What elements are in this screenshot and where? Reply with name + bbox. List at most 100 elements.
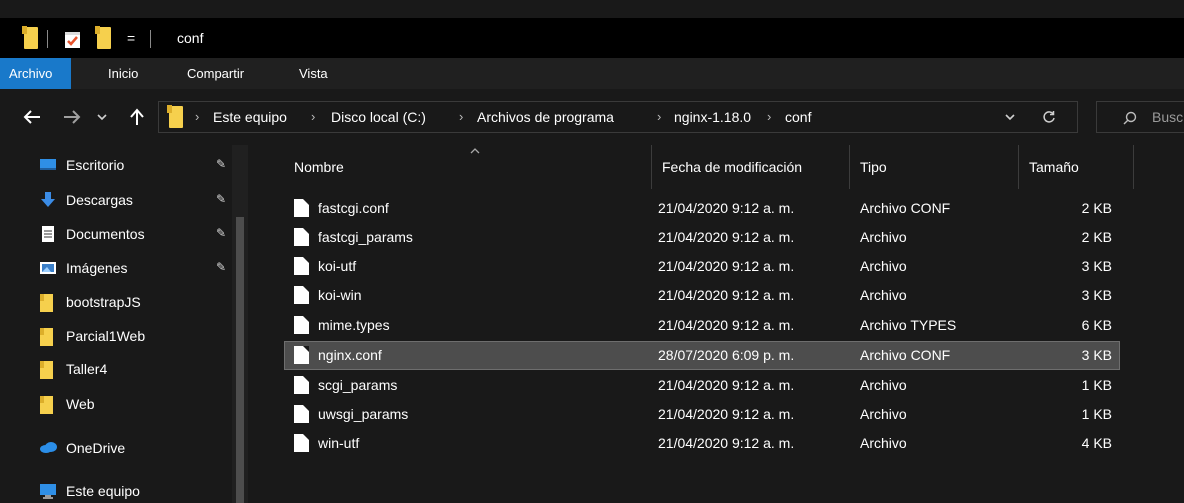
cloud-icon <box>40 440 57 456</box>
sidebar-item-taller4[interactable]: Taller4 <box>40 354 107 384</box>
column-header-name[interactable]: Nombre <box>284 145 652 189</box>
pin-icon[interactable]: ✎ <box>216 226 226 240</box>
file-modified: 21/04/2020 9:12 a. m. <box>658 317 795 333</box>
search-input[interactable]: Busc <box>1152 102 1183 132</box>
tab-archivo[interactable]: Archivo <box>0 58 71 89</box>
breadcrumb-archivos-de-programa[interactable]: Archivos de programa <box>477 102 614 132</box>
file-size: 1 KB <box>1081 406 1112 422</box>
arrow-up-icon[interactable] <box>124 103 150 131</box>
arrow-right-icon[interactable] <box>58 103 86 131</box>
sidebar-item-web[interactable]: Web <box>40 389 95 419</box>
file-type: Archivo <box>860 377 907 393</box>
sidebar-item-label: Parcial1Web <box>66 328 146 344</box>
file-name: fastcgi.conf <box>318 200 389 216</box>
window-title: conf <box>177 30 204 46</box>
file-type: Archivo <box>860 406 907 422</box>
arrow-left-icon[interactable] <box>18 103 46 131</box>
file-size: 3 KB <box>1081 347 1112 363</box>
column-header-modified[interactable]: Fecha de modificación <box>652 145 850 189</box>
sidebar-item-label: Escritorio <box>66 157 125 173</box>
history-dropdown-icon[interactable] <box>1001 102 1019 132</box>
file-size: 2 KB <box>1081 200 1112 216</box>
file-type: Archivo <box>860 258 907 274</box>
file-modified: 21/04/2020 9:12 a. m. <box>658 200 795 216</box>
sidebar-item-bootstrapjs[interactable]: bootstrapJS <box>40 287 141 317</box>
file-modified: 21/04/2020 9:12 a. m. <box>658 287 795 303</box>
table-row-selected[interactable]: nginx.conf 28/07/2020 6:09 p. m. Archivo… <box>284 341 1120 370</box>
navigation-pane: Escritorio ✎ ^ Descargas ✎ Documentos ✎ … <box>0 145 262 503</box>
pin-icon[interactable]: ✎ <box>216 192 226 206</box>
file-type: Archivo <box>860 287 907 303</box>
scrollbar-thumb[interactable] <box>236 217 244 503</box>
file-name: nginx.conf <box>318 347 382 363</box>
sidebar-item-label: Descargas <box>66 192 133 208</box>
sidebar-item-escritorio[interactable]: Escritorio <box>40 150 124 180</box>
customize-dropdown-icon[interactable]: = <box>127 18 135 58</box>
file-explorer-window: = conf Archivo Inicio Compartir Vista › … <box>0 0 1184 503</box>
file-size: 3 KB <box>1081 258 1112 274</box>
file-type: Archivo CONF <box>860 200 951 216</box>
tab-inicio[interactable]: Inicio <box>108 58 138 89</box>
folder-icon <box>40 361 56 379</box>
address-bar[interactable]: › Este equipo › Disco local (C:) › Archi… <box>158 101 1078 133</box>
folder-icon <box>40 328 56 346</box>
table-row[interactable]: fastcgi.conf 21/04/2020 9:12 a. m. Archi… <box>284 194 1120 223</box>
table-row[interactable]: scgi_params 21/04/2020 9:12 a. m. Archiv… <box>284 371 1120 400</box>
chevron-right-icon[interactable]: › <box>657 102 661 132</box>
breadcrumb-conf[interactable]: conf <box>785 102 811 132</box>
sidebar-item-documentos[interactable]: Documentos <box>40 219 145 249</box>
table-row[interactable]: fastcgi_params 21/04/2020 9:12 a. m. Arc… <box>284 223 1120 252</box>
document-icon <box>40 226 56 242</box>
chevron-right-icon[interactable]: › <box>311 102 315 132</box>
sidebar-item-este-equipo[interactable]: Este equipo <box>40 476 140 503</box>
sidebar-item-label: bootstrapJS <box>66 294 141 310</box>
file-list: Nombre Fecha de modificación Tipo Tamaño… <box>262 145 1184 503</box>
sort-ascending-icon <box>470 148 480 154</box>
folder-icon <box>40 294 56 312</box>
chevron-down-icon[interactable] <box>92 103 112 131</box>
file-modified: 21/04/2020 9:12 a. m. <box>658 258 795 274</box>
refresh-icon[interactable] <box>1039 102 1059 132</box>
table-row[interactable]: uwsgi_params 21/04/2020 9:12 a. m. Archi… <box>284 400 1120 429</box>
file-type: Archivo <box>860 435 907 451</box>
file-icon <box>294 405 309 423</box>
chevron-right-icon[interactable]: › <box>459 102 463 132</box>
tab-vista[interactable]: Vista <box>299 58 328 89</box>
new-folder-icon[interactable] <box>95 26 111 49</box>
file-size: 4 KB <box>1081 435 1112 451</box>
table-row[interactable]: mime.types 21/04/2020 9:12 a. m. Archivo… <box>284 311 1120 340</box>
separator <box>47 30 48 48</box>
separator <box>150 30 151 48</box>
breadcrumb-este-equipo[interactable]: Este equipo <box>213 102 287 132</box>
properties-icon[interactable] <box>63 29 83 49</box>
sidebar-item-label: Documentos <box>66 226 145 242</box>
sidebar-item-imagenes[interactable]: Imágenes <box>40 253 127 283</box>
column-header-type[interactable]: Tipo <box>850 145 1019 189</box>
sidebar-item-descargas[interactable]: Descargas <box>40 185 133 215</box>
sidebar-scrollbar[interactable] <box>232 145 248 503</box>
file-icon <box>294 228 309 246</box>
breadcrumb-disco-local[interactable]: Disco local (C:) <box>331 102 426 132</box>
chevron-right-icon[interactable]: › <box>767 102 771 132</box>
file-name: scgi_params <box>318 377 398 393</box>
table-row[interactable]: win-utf 21/04/2020 9:12 a. m. Archivo 4 … <box>284 429 1120 458</box>
pin-icon[interactable]: ✎ <box>216 157 226 171</box>
search-icon <box>1123 111 1137 125</box>
chevron-right-icon[interactable]: › <box>195 102 199 132</box>
pin-icon[interactable]: ✎ <box>216 260 226 274</box>
tab-compartir[interactable]: Compartir <box>187 58 244 89</box>
table-row[interactable]: koi-win 21/04/2020 9:12 a. m. Archivo 3 … <box>284 281 1120 310</box>
file-icon <box>294 376 309 394</box>
file-icon <box>294 286 309 304</box>
breadcrumb-nginx[interactable]: nginx-1.18.0 <box>674 102 751 132</box>
sidebar-item-parcial1web[interactable]: Parcial1Web <box>40 321 145 351</box>
file-name: koi-win <box>318 287 362 303</box>
column-header-size[interactable]: Tamaño <box>1019 145 1134 189</box>
folder-icon <box>22 26 38 49</box>
search-box[interactable]: Busc <box>1096 101 1184 133</box>
table-row[interactable]: koi-utf 21/04/2020 9:12 a. m. Archivo 3 … <box>284 252 1120 281</box>
file-name: fastcgi_params <box>318 229 413 245</box>
file-size: 6 KB <box>1081 317 1112 333</box>
file-modified: 21/04/2020 9:12 a. m. <box>658 377 795 393</box>
sidebar-item-onedrive[interactable]: OneDrive <box>40 433 125 463</box>
